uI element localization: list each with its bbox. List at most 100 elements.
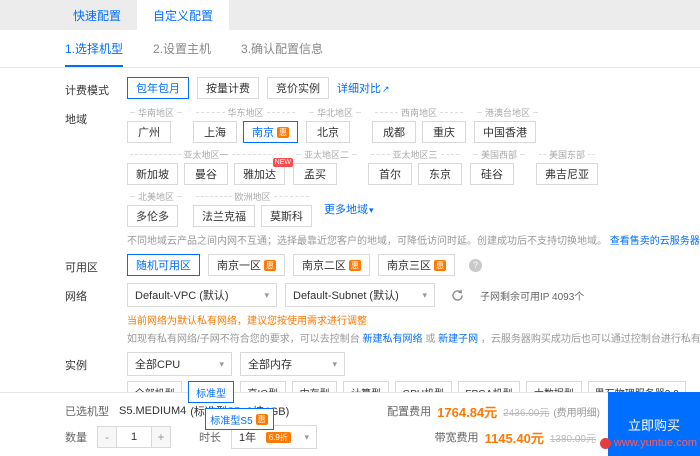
billing-label: 计费模式 (65, 77, 127, 99)
step-set-host[interactable]: 2.设置主机 (153, 30, 211, 67)
quantity-plus-button[interactable]: + (151, 426, 171, 448)
billing-option-spot[interactable]: 竞价实例 (267, 77, 329, 99)
region-option-chengdu[interactable]: 成都 (372, 121, 416, 143)
selected-model-value: S5.MEDIUM4 (119, 405, 186, 417)
region-group-north-china: 华北地区 (306, 106, 364, 119)
region-option-frankfurt[interactable]: 法兰克福 (193, 205, 255, 227)
cpu-filter-select[interactable]: 全部CPU ▾ (127, 352, 232, 376)
region-group-apac-3: 亚太地区三 (368, 148, 462, 161)
region-option-hongkong[interactable]: 中国香港 (474, 121, 536, 143)
region-option-mumbai[interactable]: 孟买 (293, 163, 337, 185)
chevron-down-icon: ▾ (369, 205, 374, 215)
region-row-other: 北美地区 多伦多 欧洲地区 法兰克福 莫斯科 (127, 190, 686, 227)
step-select-model[interactable]: 1.选择机型 (65, 30, 123, 67)
duration-value: 1年 (239, 429, 256, 445)
watermark-logo-icon (600, 438, 611, 449)
hui-badge: 惠 (434, 260, 446, 271)
zone-option-random[interactable]: 随机可用区 (127, 254, 200, 276)
billing-compare-link[interactable]: 详细对比↗ (337, 80, 390, 96)
zone-option-label: 南京二区 (302, 257, 346, 273)
hui-badge: 惠 (264, 260, 276, 271)
hui-badge: 惠 (256, 414, 268, 425)
network-tip-mid: 或 (425, 334, 435, 345)
memory-filter-value: 全部内存 (248, 356, 292, 372)
duration-label: 时长 (199, 429, 221, 445)
region-option-virginia[interactable]: 弗吉尼亚 (536, 163, 598, 185)
chevron-down-icon: ▾ (422, 290, 427, 301)
network-tip-suf: ，云服务器购买成功后也可以通过控制台进行私有网络/子网的切换 (481, 334, 700, 345)
region-option-chongqing[interactable]: 重庆 (422, 121, 466, 143)
region-row: 地域 华南地区 广州 华东地区 上海 南京惠 (65, 106, 686, 247)
tab-custom-config[interactable]: 自定义配置 (137, 0, 229, 30)
watermark-text: www.yuntue.com (614, 437, 697, 449)
footer-row-selection: 已选机型 S5.MEDIUM4 (标准型S5, 2核4GB) 配置费用 1764… (65, 398, 600, 424)
region-option-beijing[interactable]: 北京 (306, 121, 350, 143)
cpu-filter-value: 全部CPU (135, 356, 180, 372)
region-group-europe: 欧洲地区 (193, 190, 312, 203)
region-label: 地域 (65, 106, 127, 247)
region-option-toronto[interactable]: 多伦多 (127, 205, 178, 227)
config-fee-price: 1764.84元 (437, 402, 497, 421)
quantity-value[interactable]: 1 (117, 426, 151, 448)
config-mode-tabs: 快速配置 自定义配置 (0, 0, 700, 30)
discount-badge: 6.9折 (266, 432, 291, 443)
memory-filter-select[interactable]: 全部内存 ▾ (240, 352, 345, 376)
steps-nav: 1.选择机型 2.设置主机 3.确认配置信息 (0, 30, 700, 68)
billing-option-postpaid[interactable]: 按量计费 (197, 77, 259, 99)
billing-compare-text: 详细对比 (337, 83, 381, 95)
refresh-icon[interactable] (451, 289, 464, 302)
quantity-minus-button[interactable]: - (97, 426, 117, 448)
step-confirm-config[interactable]: 3.确认配置信息 (241, 30, 323, 67)
footer-row-quantity: 数量 - 1 + 时长 1年 6.9折 ▾ 带宽费用 1145.40元 1380… (65, 424, 600, 450)
region-option-siliconvalley[interactable]: 硅谷 (470, 163, 514, 185)
region-group-us-east: 美国东部 (536, 148, 598, 161)
chevron-down-icon: ▾ (304, 432, 309, 443)
help-icon[interactable]: ? (469, 259, 482, 272)
more-regions-link[interactable]: 更多地域▾ (324, 201, 374, 217)
vpc-select-value: Default-VPC (默认) (135, 287, 229, 303)
billing-option-prepaid[interactable]: 包年包月 (127, 77, 189, 99)
zone-row: 可用区 随机可用区 南京一区惠 南京二区惠 南京三区惠 ? (65, 254, 686, 276)
zone-label: 可用区 (65, 254, 127, 276)
subnet-select[interactable]: Default-Subnet (默认) ▾ (285, 283, 435, 307)
region-option-jakarta[interactable]: 雅加达NEW (234, 163, 285, 185)
create-subnet-link[interactable]: 新建子网 (438, 334, 478, 345)
region-group-southwest: 西南地区 (372, 106, 466, 119)
quantity-stepper: - 1 + (97, 426, 171, 448)
zone-option-nanjing-1[interactable]: 南京一区惠 (208, 254, 285, 276)
region-sale-link-text: 查看售卖的云服务器地域 (610, 236, 700, 247)
hui-badge: 惠 (349, 260, 361, 271)
subnet-select-value: Default-Subnet (默认) (293, 287, 399, 303)
chevron-down-icon: ▾ (332, 359, 337, 370)
zone-option-nanjing-2[interactable]: 南京二区惠 (293, 254, 370, 276)
network-row: 网络 Default-VPC (默认) ▾ Default-Subnet (默认… (65, 283, 686, 345)
region-group-apac-2: 亚太地区二 (293, 148, 360, 161)
type-option-s5[interactable]: 标准型S5惠 (205, 408, 274, 430)
region-row-apac: 亚太地区一 新加坡 曼谷 雅加达NEW 亚太地区二 孟买 (127, 148, 686, 185)
tab-quick-config[interactable]: 快速配置 (57, 0, 137, 30)
region-option-bangkok[interactable]: 曼谷 (184, 163, 228, 185)
region-sale-link[interactable]: 查看售卖的云服务器地域↗ (610, 236, 700, 247)
subnet-ip-info: 子网剩余可用IP 4093个 (480, 288, 584, 303)
external-link-icon: ↗ (382, 84, 390, 94)
purchase-footer: 已选机型 S5.MEDIUM4 (标准型S5, 2核4GB) 配置费用 1764… (0, 392, 700, 456)
region-option-seoul[interactable]: 首尔 (368, 163, 412, 185)
zone-option-label: 南京三区 (387, 257, 431, 273)
region-option-singapore[interactable]: 新加坡 (127, 163, 178, 185)
network-tip-pre: 如现有私有网络/子网不符合您的要求，可以去控制台 (127, 334, 360, 345)
config-fee-note: (费用明细) (553, 404, 600, 419)
config-fee-label: 配置费用 (387, 403, 431, 419)
network-warning: 当前网络为默认私有网络，建议您按使用需求进行调整 (127, 312, 686, 327)
new-badge: NEW (273, 158, 293, 167)
create-vpc-link[interactable]: 新建私有网络 (363, 334, 423, 345)
zone-option-nanjing-3[interactable]: 南京三区惠 (378, 254, 455, 276)
billing-row: 计费模式 包年包月 按量计费 竞价实例 详细对比↗ (65, 77, 686, 99)
family-option-standard[interactable]: 标准型 (188, 381, 233, 403)
region-option-nanjing[interactable]: 南京惠 (243, 121, 298, 143)
watermark: www.yuntue.com (600, 437, 697, 449)
region-option-shanghai[interactable]: 上海 (193, 121, 237, 143)
region-option-tokyo[interactable]: 东京 (418, 163, 462, 185)
region-option-moscow[interactable]: 莫斯科 (261, 205, 312, 227)
region-option-guangzhou[interactable]: 广州 (127, 121, 171, 143)
vpc-select[interactable]: Default-VPC (默认) ▾ (127, 283, 277, 307)
